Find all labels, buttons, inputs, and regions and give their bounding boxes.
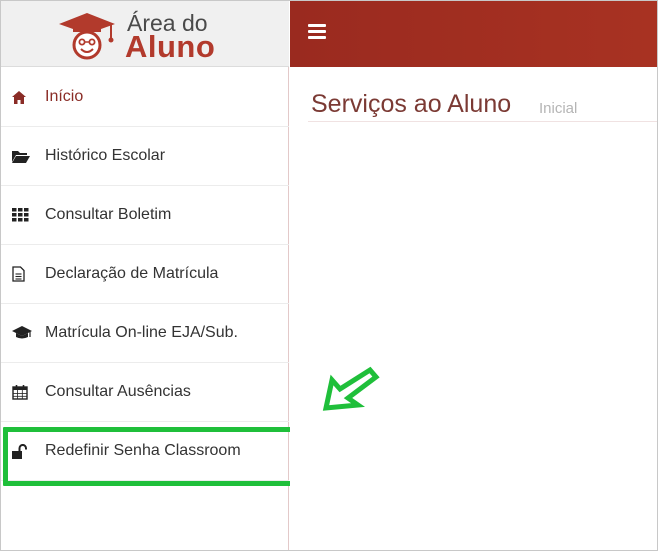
title-divider [308,121,657,122]
logo[interactable]: Área do Aluno [1,1,289,67]
hamburger-icon[interactable] [308,24,326,40]
calendar-icon [12,383,34,401]
folder-open-icon [12,147,34,165]
student-mascot-icon [59,13,115,60]
sidebar-item-label: Redefinir Senha Classroom [45,442,241,459]
sidebar: Área do Aluno Início Histórico Escolar C… [1,1,289,550]
sidebar-item-inicio[interactable]: Início [1,68,289,127]
sidebar-item-redefinir-senha[interactable]: Redefinir Senha Classroom [1,422,289,481]
logo-line2: Aluno [125,29,216,64]
sidebar-menu: Início Histórico Escolar Consultar Bolet… [1,68,289,481]
sidebar-item-label: Histórico Escolar [45,147,166,164]
sidebar-item-label: Matrícula On-line EJA/Sub. [45,324,238,341]
header-bar [290,1,657,67]
main-content: Serviços ao Aluno Inicial [290,67,657,550]
page-title: Serviços ao Aluno [311,90,512,118]
sidebar-item-declaracao[interactable]: Declaração de Matrícula [1,245,289,304]
sidebar-item-label: Consultar Boletim [45,206,172,223]
home-icon [12,88,34,106]
graduation-cap-icon [12,324,34,342]
unlock-icon [12,442,34,460]
sidebar-item-label: Declaração de Matrícula [45,265,219,282]
sidebar-item-label: Consultar Ausências [45,383,191,400]
grid-icon [12,206,34,224]
pointer-arrow-icon [322,366,380,411]
sidebar-item-historico[interactable]: Histórico Escolar [1,127,289,186]
sidebar-item-ausencias[interactable]: Consultar Ausências [1,363,289,422]
page-subtitle: Inicial [539,100,578,117]
document-icon [12,265,34,283]
sidebar-item-boletim[interactable]: Consultar Boletim [1,186,289,245]
sidebar-item-matricula-online[interactable]: Matrícula On-line EJA/Sub. [1,304,289,363]
sidebar-item-label: Início [45,88,84,105]
